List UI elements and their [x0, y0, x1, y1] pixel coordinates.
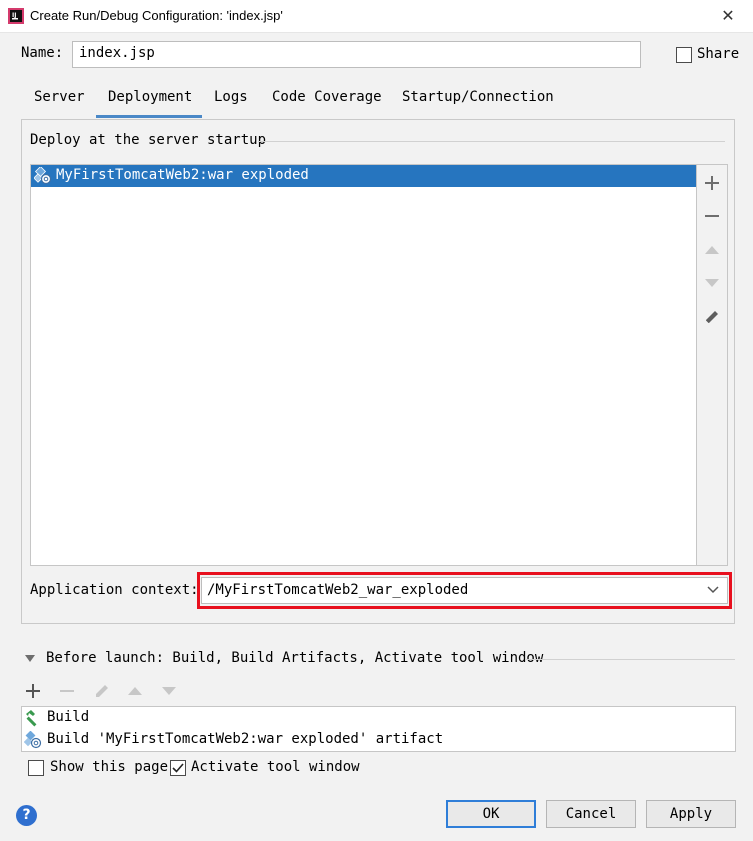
show-this-page-label[interactable]: Show this page: [50, 759, 168, 775]
share-label[interactable]: Share: [697, 46, 739, 62]
remove-icon: [60, 690, 74, 692]
move-down-button[interactable]: [697, 268, 727, 298]
name-field[interactable]: index.jsp: [72, 41, 641, 68]
move-task-down-button[interactable]: [162, 680, 196, 702]
move-up-icon: [705, 246, 719, 254]
section-separator: [258, 141, 725, 142]
checkmark-icon: [172, 763, 184, 773]
tab-code-coverage[interactable]: Code Coverage: [272, 88, 382, 114]
ok-button[interactable]: OK: [446, 800, 536, 828]
move-down-icon: [162, 687, 176, 695]
remove-task-button[interactable]: [60, 680, 94, 702]
war-artifact-icon: [24, 731, 42, 749]
collapse-triangle-icon[interactable]: [25, 655, 35, 663]
section-separator: [526, 659, 735, 660]
list-item[interactable]: Build 'MyFirstTomcatWeb2:war exploded' a…: [22, 729, 735, 751]
apply-button[interactable]: Apply: [646, 800, 736, 828]
edit-artifact-button[interactable]: [697, 302, 727, 332]
move-up-icon: [128, 687, 142, 695]
move-down-icon: [705, 279, 719, 287]
window-title: Create Run/Debug Configuration: 'index.j…: [30, 8, 283, 23]
before-launch-title[interactable]: Before launch: Build, Build Artifacts, A…: [46, 650, 543, 666]
activate-tool-window-label[interactable]: Activate tool window: [191, 759, 360, 775]
close-icon: ✕: [721, 8, 735, 25]
edit-task-button[interactable]: [94, 680, 128, 702]
chevron-down-icon[interactable]: [705, 583, 721, 597]
move-up-button[interactable]: [697, 235, 727, 265]
show-this-page-checkbox[interactable]: [28, 760, 44, 776]
intellij-app-icon: IJ: [8, 8, 24, 24]
edit-icon: [706, 311, 718, 323]
move-task-up-button[interactable]: [128, 680, 162, 702]
tab-logs[interactable]: Logs: [214, 88, 248, 114]
hammer-icon: [26, 710, 37, 727]
tab-deployment[interactable]: Deployment: [108, 88, 192, 114]
svg-text:IJ: IJ: [12, 12, 16, 19]
active-tab-indicator: [96, 115, 202, 118]
name-label: Name:: [21, 45, 64, 61]
share-checkbox[interactable]: [676, 47, 692, 63]
war-artifact-icon: [34, 167, 52, 185]
deploy-section-title: Deploy at the server startup: [30, 132, 267, 148]
application-context-label: Application context:: [30, 582, 199, 598]
edit-icon: [96, 685, 108, 697]
list-item-label: Build 'MyFirstTomcatWeb2:war exploded' a…: [47, 731, 444, 747]
artifact-label: MyFirstTomcatWeb2:war exploded: [56, 167, 309, 183]
application-context-value: /MyFirstTomcatWeb2_war_exploded: [207, 582, 469, 598]
help-button[interactable]: ?: [16, 805, 37, 826]
tab-startup-connection[interactable]: Startup/Connection: [402, 88, 554, 114]
list-item-label: Build: [47, 709, 90, 725]
add-task-button[interactable]: [26, 680, 60, 702]
before-launch-toolbar: [26, 680, 196, 702]
tab-server[interactable]: Server: [34, 88, 85, 114]
close-button[interactable]: ✕: [714, 3, 742, 29]
cancel-button[interactable]: Cancel: [546, 800, 636, 828]
add-artifact-button[interactable]: [697, 168, 727, 198]
artifact-list[interactable]: [30, 164, 697, 566]
remove-artifact-button[interactable]: [697, 201, 727, 231]
artifact-toolbar: [697, 164, 728, 566]
remove-icon: [705, 215, 719, 217]
add-icon: [26, 684, 40, 698]
list-item[interactable]: Build: [22, 707, 735, 729]
activate-tool-window-checkbox[interactable]: [170, 760, 186, 776]
add-icon: [705, 176, 719, 190]
